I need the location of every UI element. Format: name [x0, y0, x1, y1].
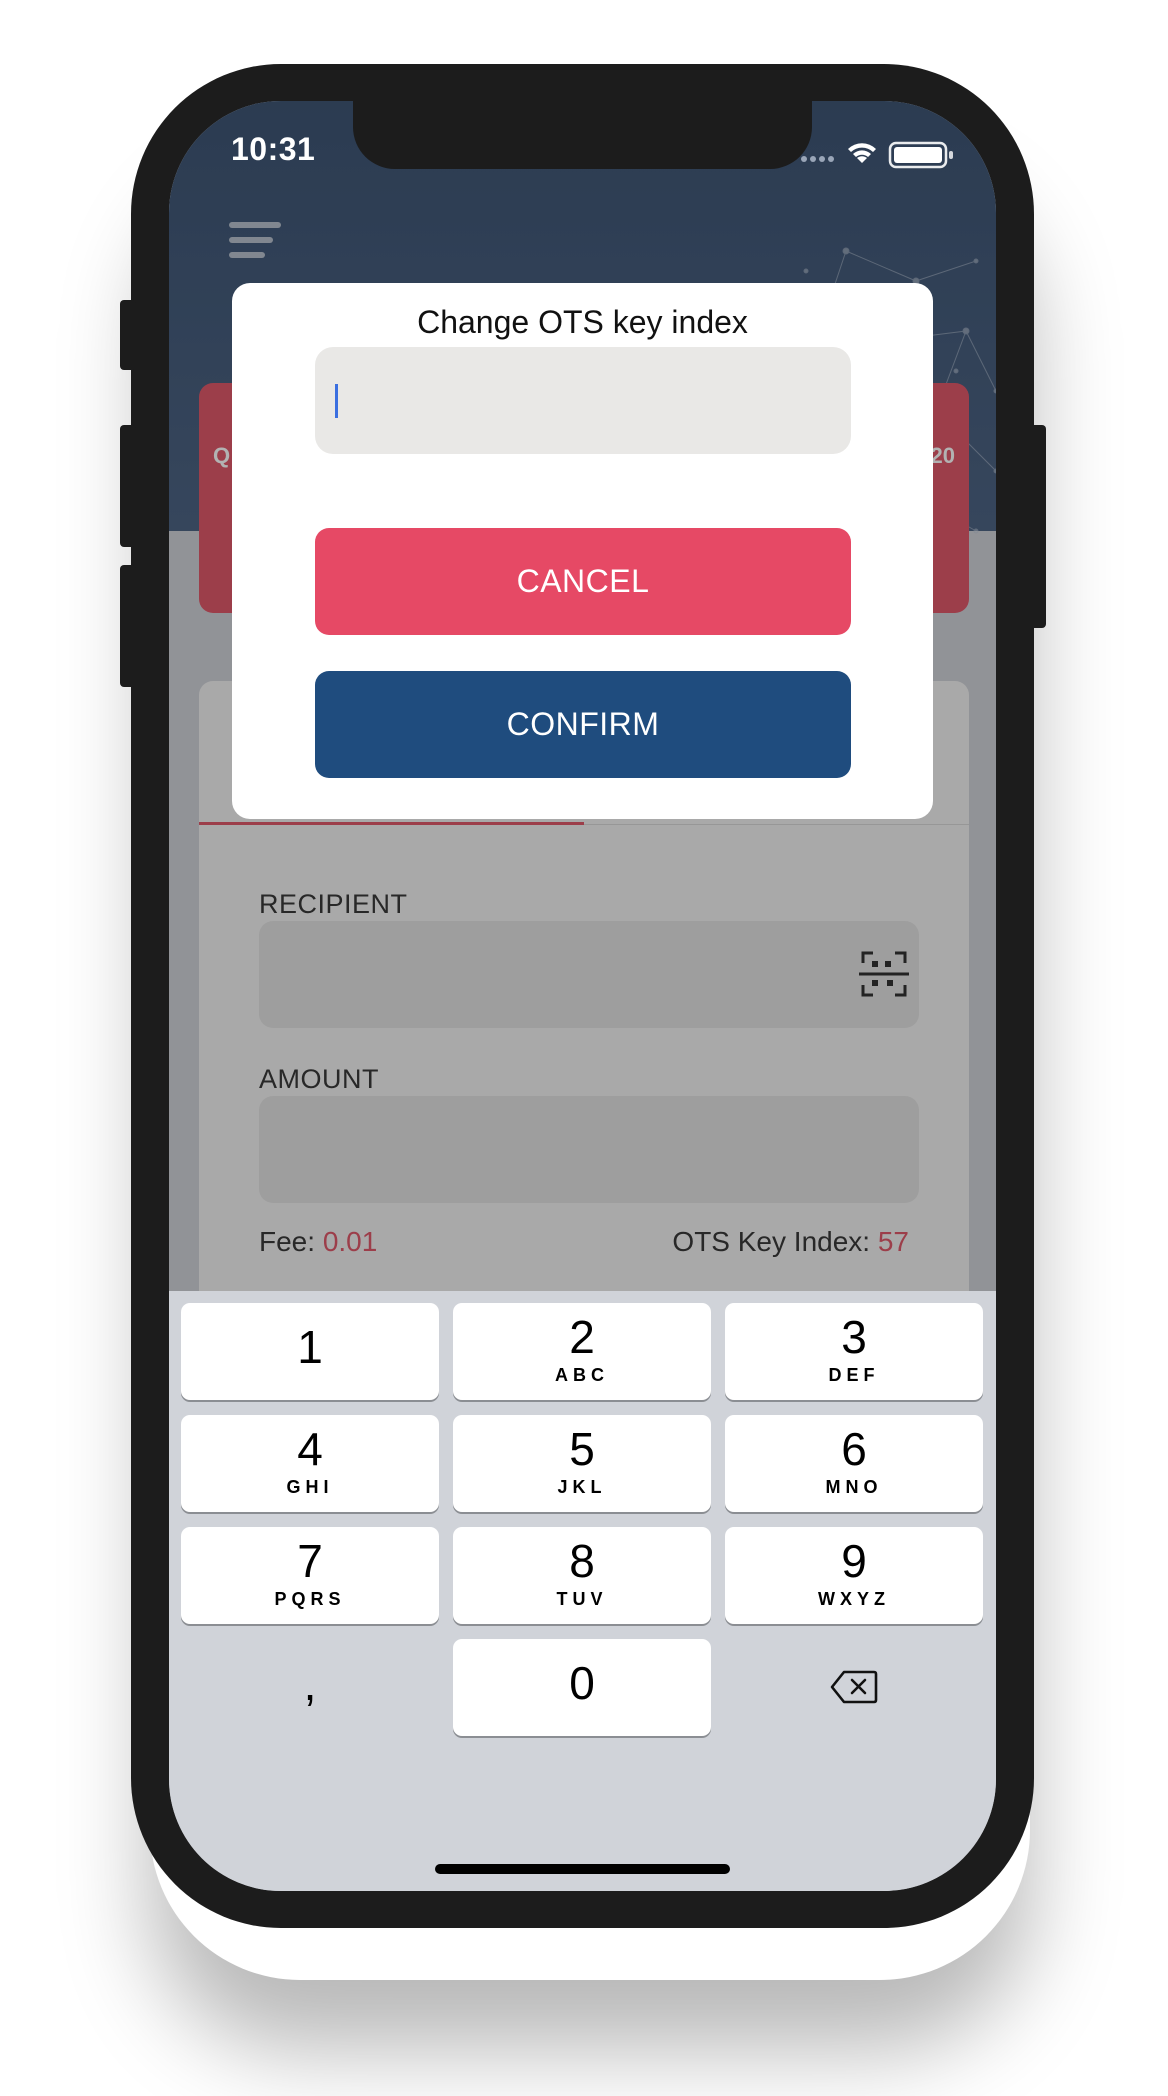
key-5[interactable]: 5 JKL: [453, 1415, 711, 1512]
silent-switch: [120, 300, 136, 370]
key-4[interactable]: 4 GHI: [181, 1415, 439, 1512]
cancel-button[interactable]: CANCEL: [315, 528, 851, 635]
key-0[interactable]: 0: [453, 1639, 711, 1736]
device-notch: [353, 101, 812, 169]
key-8[interactable]: 8 TUV: [453, 1527, 711, 1624]
home-indicator[interactable]: [435, 1864, 730, 1874]
signal-icon: [801, 156, 834, 162]
ots-index-input[interactable]: [315, 347, 851, 454]
volume-up-button: [120, 425, 136, 547]
numeric-keyboard: 1 2 ABC 3 DEF 4 GHI 5 JKL 6 MNO 7 PQRS 8 TUV 9W…: [169, 1291, 996, 1891]
key-9[interactable]: 9 WXYZ: [725, 1527, 983, 1624]
key-7[interactable]: 7 PQRS: [181, 1527, 439, 1624]
battery-icon: [888, 141, 953, 169]
key-1[interactable]: 1: [181, 1303, 439, 1400]
key-comma[interactable]: ,: [181, 1639, 439, 1736]
key-3[interactable]: 3 DEF: [725, 1303, 983, 1400]
change-ots-dialog: Change OTS key index CANCEL CONFIRM: [232, 283, 933, 819]
status-time: 10:31: [231, 131, 316, 167]
wifi-icon: [848, 143, 876, 163]
power-button: [1030, 425, 1046, 628]
volume-down-button: [120, 565, 136, 687]
text-caret: [335, 384, 338, 418]
confirm-button[interactable]: CONFIRM: [315, 671, 851, 778]
dialog-title: Change OTS key index: [417, 304, 748, 340]
backspace-icon: [830, 1670, 878, 1704]
backspace-key[interactable]: [725, 1639, 983, 1736]
status-icons: [801, 141, 953, 169]
key-2[interactable]: 2 ABC: [453, 1303, 711, 1400]
screen: Q 20 RECIPIENT AMOUNT Fee: 0.01 OTS Key …: [169, 101, 996, 1891]
key-6[interactable]: 6 MNO: [725, 1415, 983, 1512]
